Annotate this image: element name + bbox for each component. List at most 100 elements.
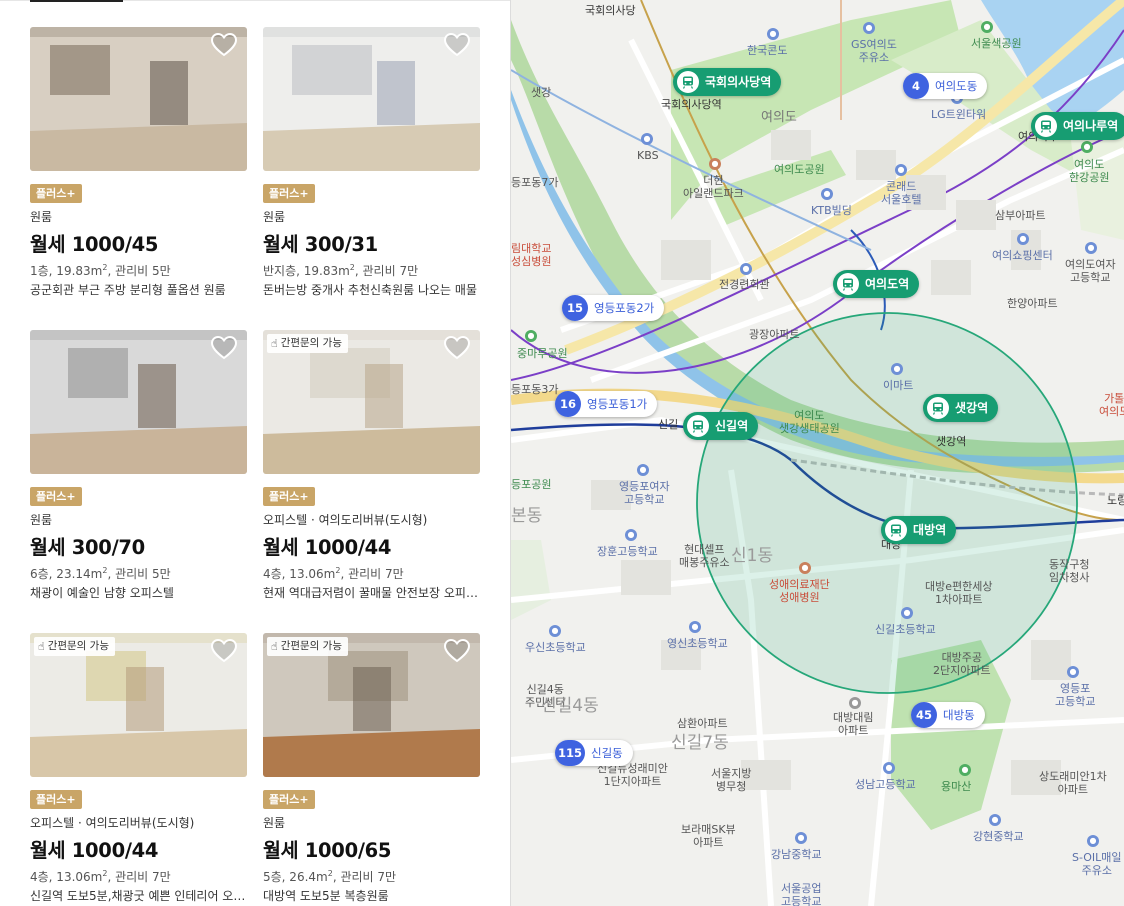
listing-price[interactable]: 월세 1000/65 <box>263 834 392 863</box>
listing-card[interactable]: ☝ 간편문의 가능 플러스+ 오피스텔 · 여의도리버뷰(도시형) 월세 1000… <box>263 330 480 630</box>
listing-description: 공군회관 부근 주방 분리형 풀옵션 원룸 <box>30 283 226 297</box>
map-label: 신길7동 <box>671 733 729 753</box>
listing-photo[interactable]: ☝ 간편문의 가능 <box>263 633 480 777</box>
cluster-marker[interactable]: 115 신길동 <box>555 740 633 766</box>
listing-meta-area: 4층, 13.06m <box>30 870 103 884</box>
listing-photo[interactable] <box>30 27 247 171</box>
hand-icon: ☝ <box>271 337 278 350</box>
property-type: 원룸 <box>30 210 53 224</box>
active-tab-indicator <box>30 0 123 2</box>
listing-price[interactable]: 월세 300/31 <box>263 228 378 257</box>
station-marker-saetgang[interactable]: 샛강역 <box>923 394 999 422</box>
map-label: 여의도여자 고등학교 <box>1065 258 1116 284</box>
station-marker-singil[interactable]: 신길역 <box>683 412 759 440</box>
cluster-marker[interactable]: 15 영등포동2가 <box>562 295 665 321</box>
listing-panel: 플러스+ 원룸 월세 1000/45 1층, 19.83m2, 관리비 5만 공… <box>0 0 511 906</box>
listing-card[interactable]: 플러스+ 원룸 월세 300/70 6층, 23.14m2, 관리비 5만 채광… <box>30 330 247 630</box>
map-label: 샛강 <box>531 86 552 99</box>
listing-price[interactable]: 월세 1000/44 <box>263 531 392 560</box>
cluster-count: 45 <box>911 702 937 728</box>
map-label: 용마산 <box>941 780 972 793</box>
map-label: 성애의료재단 성애병원 <box>769 578 830 604</box>
listing-meta: 4층, 13.06m2, 관리비 7만 <box>263 565 404 582</box>
listing-card[interactable]: 플러스+ 원룸 월세 1000/45 1층, 19.83m2, 관리비 5만 공… <box>30 27 247 327</box>
map-label: 콘래드 서울호텔 <box>881 180 922 206</box>
landmark-icon: ● <box>709 158 721 170</box>
map-label: 본동 <box>511 506 543 526</box>
school-icon: ● <box>625 529 637 541</box>
listing-meta: 5층, 26.4m2, 관리비 7만 <box>263 868 396 885</box>
listing-price[interactable]: 월세 300/70 <box>30 531 145 560</box>
hand-icon: ☝ <box>271 640 278 653</box>
station-marker-yeouinaru[interactable]: 여의나루역 <box>1031 112 1124 140</box>
property-type: 원룸 <box>263 816 286 830</box>
map-label: 영신초등학교 <box>667 637 728 650</box>
map-label: KTB빌딩 <box>811 204 852 217</box>
listing-card[interactable]: ☝ 간편문의 가능 플러스+ 원룸 월세 1000/65 5층, 26.4m2, … <box>263 633 480 906</box>
heart-icon[interactable] <box>443 32 471 58</box>
park-icon: ● <box>981 21 993 33</box>
map-label: 여의도 샛강생태공원 <box>779 409 840 435</box>
map-label: 서울공업 고등학교 <box>781 882 822 906</box>
listing-photo[interactable] <box>263 27 480 171</box>
listing-meta-area: 5층, 26.4m <box>263 870 328 884</box>
listing-price[interactable]: 월세 1000/45 <box>30 228 159 257</box>
heart-icon[interactable] <box>210 335 238 361</box>
listing-price[interactable]: 월세 1000/44 <box>30 834 159 863</box>
plus-badge: 플러스+ <box>30 487 82 506</box>
station-marker-yeouido[interactable]: 여의도역 <box>833 270 920 298</box>
quick-inquiry-label: 간편문의 가능 <box>280 337 343 349</box>
plus-badge: 플러스+ <box>263 487 315 506</box>
map-label: GS여의도 주유소 <box>851 38 897 64</box>
property-type: 오피스텔 · 여의도리버뷰(도시형) <box>30 816 195 830</box>
cluster-marker[interactable]: 45 대방동 <box>911 702 985 728</box>
station-marker-gukhoe[interactable]: 국회의사당역 <box>673 68 782 96</box>
station-marker-daebang[interactable]: 대방역 <box>881 516 957 544</box>
map-label: 서울색공원 <box>971 37 1022 50</box>
listing-photo[interactable]: ☝ 간편문의 가능 <box>30 633 247 777</box>
map-label: 보라매SK뷰 아파트 <box>681 823 736 849</box>
map-label: 영등포 고등학교 <box>1055 682 1096 708</box>
school-icon: ● <box>901 607 913 619</box>
map-label: 영등포여자 고등학교 <box>619 480 670 506</box>
listing-card[interactable]: 플러스+ 원룸 월세 300/31 반지층, 19.83m2, 관리비 7만 돈… <box>263 27 480 327</box>
mart-icon: ● <box>891 363 903 375</box>
cluster-name: 대방동 <box>943 708 975 722</box>
listing-meta: 1층, 19.83m2, 관리비 5만 <box>30 262 171 279</box>
listing-meta: 반지층, 19.83m2, 관리비 7만 <box>263 262 418 279</box>
listing-photo[interactable] <box>30 330 247 474</box>
listing-description: 현재 역대급저렴이 꿀매물 안전보장 오피스텔 <box>263 586 480 600</box>
hospital-icon: ● <box>799 562 811 574</box>
map-view[interactable]: 국회의사당 한국콘도 GS여의도 주유소 서울색공원 샛강 국회의사당역 여의도… <box>511 0 1124 906</box>
map-label: S-OIL매일 주유소 <box>1072 851 1122 877</box>
map-label: 가톨 여의도 <box>1099 392 1124 418</box>
cluster-count: 4 <box>903 73 929 99</box>
school-icon: ● <box>1085 242 1097 254</box>
cluster-marker[interactable]: 4 여의도동 <box>903 73 988 99</box>
building-icon: ● <box>740 263 752 275</box>
listing-card[interactable]: ☝ 간편문의 가능 플러스+ 오피스텔 · 여의도리버뷰(도시형) 월세 1000… <box>30 633 247 906</box>
cluster-name: 신길동 <box>591 746 623 760</box>
park-icon: ● <box>525 330 537 342</box>
map-label: 중마루공원 <box>517 347 568 360</box>
listing-description: 대방역 도보5분 복층원룸 <box>263 889 389 903</box>
plus-badge: 플러스+ <box>263 184 315 203</box>
heart-icon[interactable] <box>443 335 471 361</box>
map-label: 신길4동 <box>541 696 599 716</box>
cluster-name: 여의도동 <box>935 79 978 93</box>
heart-icon[interactable] <box>210 638 238 664</box>
heart-icon[interactable] <box>443 638 471 664</box>
school-icon: ● <box>767 28 779 40</box>
listing-meta-area: 6층, 23.14m <box>30 567 103 581</box>
hotel-icon: ● <box>895 164 907 176</box>
cluster-count: 16 <box>555 391 581 417</box>
fuel-icon: ● <box>863 22 875 34</box>
listing-photo[interactable]: ☝ 간편문의 가능 <box>263 330 480 474</box>
cluster-name: 영등포동1가 <box>587 397 648 411</box>
quick-inquiry-badge: ☝ 간편문의 가능 <box>267 637 349 656</box>
cluster-marker[interactable]: 16 영등포동1가 <box>555 391 658 417</box>
map-label: 등포동7가 <box>511 176 559 189</box>
map-label: 대방e편한세상 1차아파트 <box>925 580 993 606</box>
heart-icon[interactable] <box>210 32 238 58</box>
subway-icon <box>885 519 907 541</box>
